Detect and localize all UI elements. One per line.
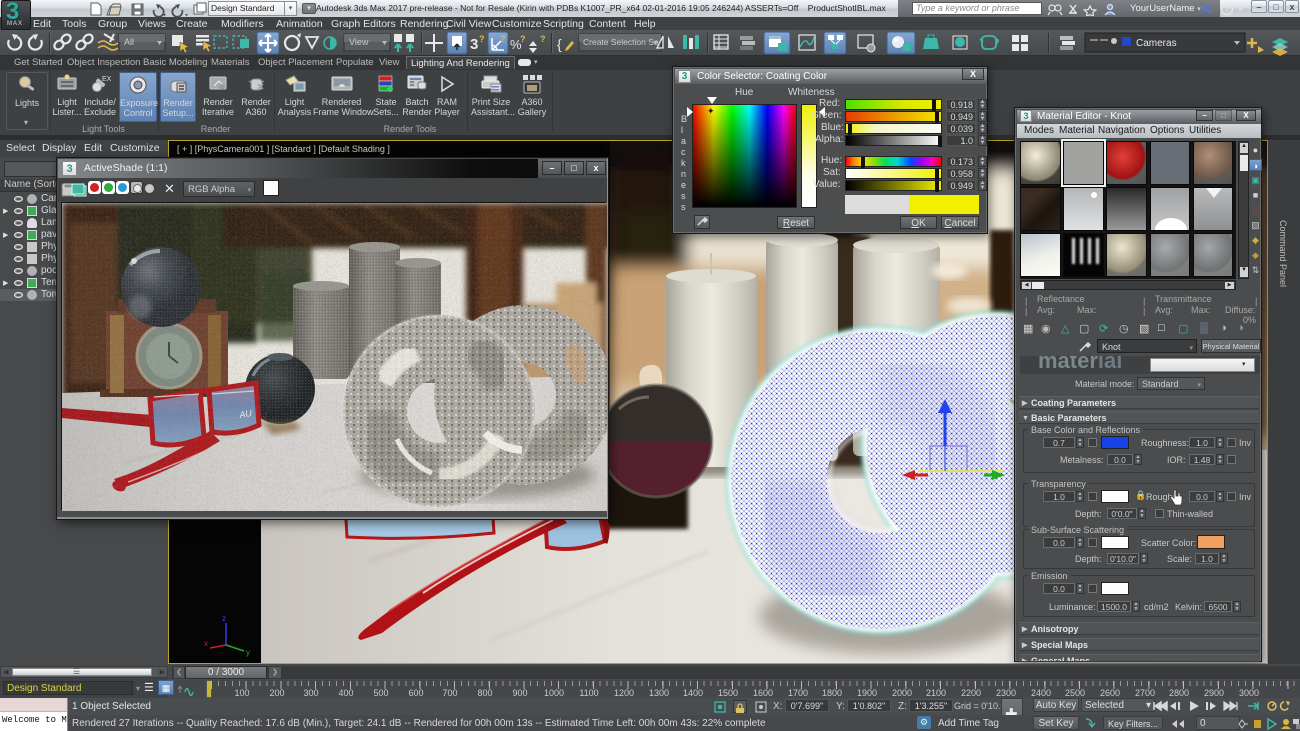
svg-text:?: ? [1225, 4, 1230, 14]
svg-text:?: ? [500, 34, 506, 44]
svg-text:?: ? [540, 34, 546, 44]
svg-text:y: y [246, 648, 250, 657]
svg-text:EX: EX [102, 76, 111, 83]
svg-text:Create Selection Se: Create Selection Se [583, 37, 659, 47]
svg-text:View: View [349, 37, 369, 47]
svg-text:Cameras: Cameras [1136, 38, 1177, 49]
svg-text:z: z [222, 614, 226, 623]
svg-text:?: ? [479, 34, 485, 44]
svg-text:3: 3 [470, 36, 478, 53]
svg-text:x: x [204, 639, 208, 648]
svg-text:{: { [557, 36, 562, 52]
svg-text:?: ? [520, 34, 526, 44]
svg-text:All: All [124, 37, 134, 47]
